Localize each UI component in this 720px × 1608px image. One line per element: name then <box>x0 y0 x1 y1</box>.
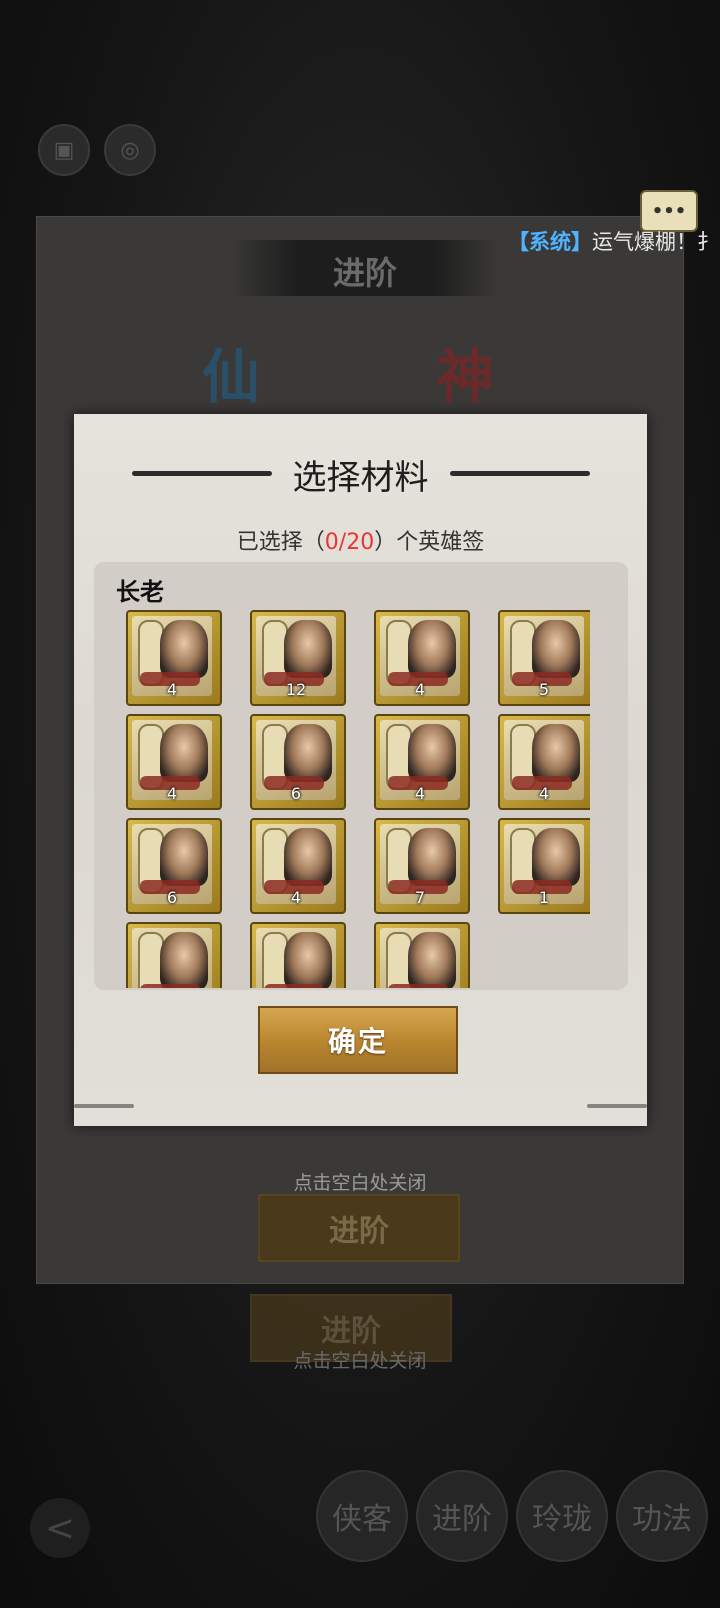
shen-glyph: 神 <box>436 343 495 411</box>
card-count: 5 <box>538 680 550 699</box>
system-chat-line[interactable]: 【系统】运气爆棚！扌 <box>508 226 720 254</box>
hero-card[interactable]: 12 <box>250 610 346 706</box>
back-arrow-icon[interactable]: < <box>30 1498 90 1558</box>
card-count: 4 <box>414 680 426 699</box>
card-count: 1 <box>538 888 550 907</box>
top-right-icon: ◎ <box>104 124 156 176</box>
nav-advance[interactable]: 进阶 <box>416 1470 508 1562</box>
hero-card[interactable]: 4 <box>498 714 590 810</box>
card-count: 4 <box>290 888 302 907</box>
close-hint-behind: 点击空白处关闭 <box>293 1350 427 1372</box>
xian-glyph: 仙 <box>202 343 261 411</box>
nav-skill[interactable]: 功法 <box>616 1470 708 1562</box>
confirm-button[interactable]: 确定 <box>258 1006 458 1074</box>
card-count: 4 <box>414 784 426 803</box>
hero-card[interactable]: 6 <box>126 818 222 914</box>
nav-linglong[interactable]: 玲珑 <box>516 1470 608 1562</box>
hero-card[interactable]: 4 <box>374 610 470 706</box>
subtitle-prefix: 已选择（ <box>236 530 325 555</box>
card-count: 7 <box>414 888 426 907</box>
brush-stroke-left <box>74 1104 134 1108</box>
hero-card[interactable]: 7 <box>374 818 470 914</box>
title-rule-left <box>132 471 272 476</box>
subtitle-suffix: ）个英雄签 <box>374 530 485 555</box>
top-left-icon: ▣ <box>38 124 90 176</box>
card-count: 4 <box>166 784 178 803</box>
hero-card[interactable] <box>126 922 222 988</box>
card-count: 12 <box>285 680 307 699</box>
hero-card[interactable]: 4 <box>250 818 346 914</box>
title-rule-right <box>450 471 590 476</box>
back-panel-title: 进阶 <box>332 254 397 292</box>
hero-card[interactable]: 4 <box>126 714 222 810</box>
advance-button[interactable]: 进阶 <box>258 1194 460 1262</box>
hero-card[interactable]: 4 <box>126 610 222 706</box>
card-count: 6 <box>290 784 302 803</box>
brush-stroke-right <box>587 1104 647 1108</box>
chat-message: 运气爆棚！扌 <box>592 230 718 254</box>
hero-card[interactable] <box>250 922 346 988</box>
group-label: 长老 <box>116 578 164 606</box>
select-material-dialog: 选择材料 已选择（0/20）个英雄签 长老 4 12 4 5 4 6 4 4 6… <box>74 414 647 1126</box>
card-count: 4 <box>538 784 550 803</box>
hero-card[interactable] <box>374 922 470 988</box>
selection-summary: 已选择（0/20）个英雄签 <box>74 524 647 556</box>
close-hint: 点击空白处关闭 <box>293 1172 427 1194</box>
hero-card[interactable]: 6 <box>250 714 346 810</box>
card-count: 4 <box>166 680 178 699</box>
selected-count: 0/20 <box>324 530 375 555</box>
hero-card[interactable]: 1 <box>498 818 590 914</box>
material-grid[interactable]: 4 12 4 5 4 6 4 4 6 4 7 1 <box>110 610 590 988</box>
hero-card[interactable]: 4 <box>374 714 470 810</box>
card-count: 6 <box>166 888 178 907</box>
nav-hero[interactable]: 侠客 <box>316 1470 408 1562</box>
hero-card[interactable]: 5 <box>498 610 590 706</box>
system-tag: 【系统】 <box>508 230 592 254</box>
